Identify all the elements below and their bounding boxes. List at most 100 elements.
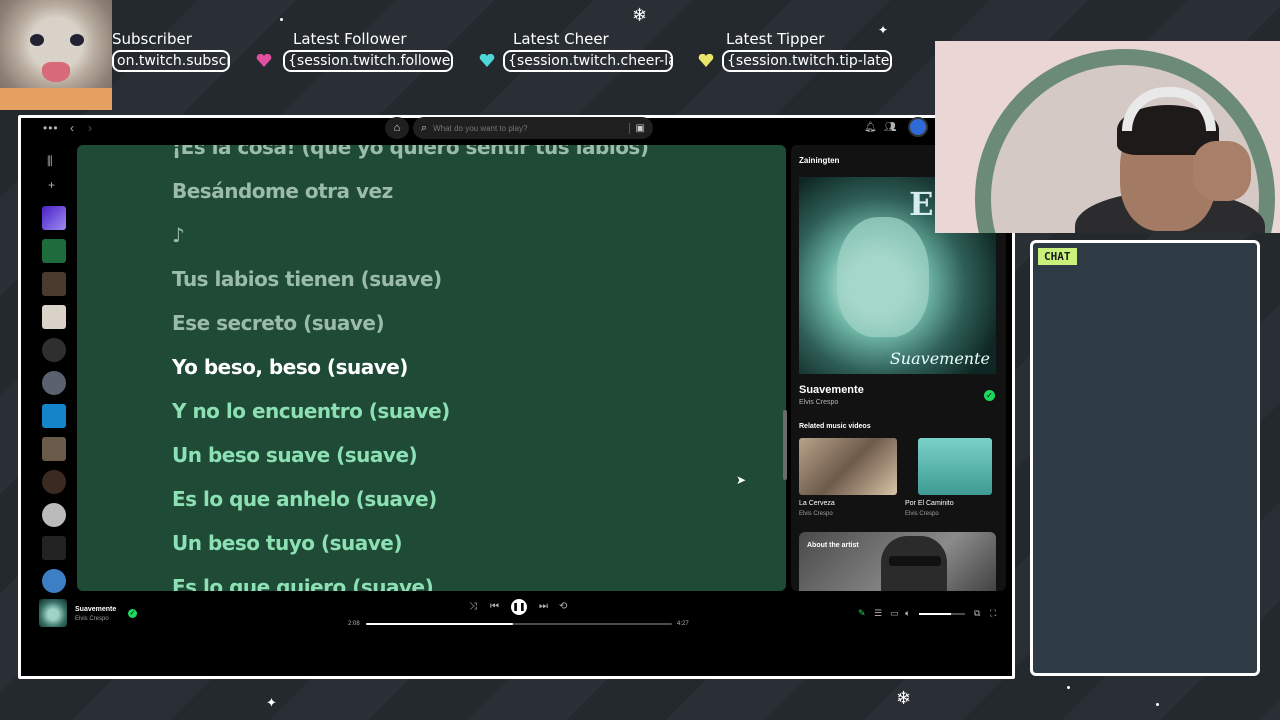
liked-songs-item[interactable]: [42, 206, 66, 230]
lyric-line[interactable]: Un beso suave (suave): [172, 443, 418, 467]
lyric-line[interactable]: Un beso tuyo (suave): [172, 531, 403, 555]
artist-item[interactable]: [42, 470, 66, 494]
artist-item[interactable]: [42, 371, 66, 395]
player-song-title[interactable]: Suavemente: [75, 606, 116, 613]
queue-icon[interactable]: ☰: [874, 608, 882, 618]
browse-icon[interactable]: ▣: [628, 122, 645, 134]
spotify-topbar: ••• ‹ › ⌂ ⌕ ▣ 🔔︎ 👥︎: [21, 117, 1012, 144]
back-icon[interactable]: ‹: [70, 121, 74, 135]
volume-icon[interactable]: 🔈︎: [905, 608, 910, 618]
devices-icon[interactable]: ▭: [890, 608, 899, 618]
lyrics-panel: ¡Es la cosa! (que yo quiero sentir tus l…: [77, 145, 786, 591]
saved-check-icon[interactable]: ✓: [128, 609, 137, 618]
video-artist[interactable]: Elvis Crespo: [799, 511, 833, 517]
player-artist[interactable]: Elvis Crespo: [75, 616, 109, 622]
video-title[interactable]: Por El Caminito: [905, 500, 954, 507]
lyrics-icon[interactable]: ✎: [858, 608, 866, 618]
cat-eye: [70, 34, 84, 46]
spotify-window: ••• ‹ › ⌂ ⌕ ▣ 🔔︎ 👥︎ ⫼ + ¡Es la cosa! (qu: [18, 115, 1015, 679]
friend-activity-icon[interactable]: 👥︎: [884, 121, 897, 135]
more-icon[interactable]: •••: [43, 121, 59, 135]
cheer-field: {session.twitch.cheer-latest.name}: [503, 50, 673, 72]
search-input[interactable]: [433, 123, 629, 133]
heart-gem-icon: [698, 54, 714, 67]
lyric-line[interactable]: Y no lo encuentro (suave): [172, 399, 450, 423]
library-item[interactable]: [42, 305, 66, 329]
forward-icon[interactable]: ›: [88, 121, 92, 135]
create-icon[interactable]: +: [48, 178, 55, 192]
cat-blanket: [0, 88, 112, 110]
lyric-line[interactable]: Tus labios tienen (suave): [172, 267, 442, 291]
lyric-line[interactable]: ♪: [172, 223, 185, 247]
lyric-line[interactable]: Ese secreto (suave): [172, 311, 385, 335]
now-playing-thumbnail[interactable]: [39, 599, 67, 627]
subscriber-label: Subscriber: [112, 30, 192, 48]
user-avatar[interactable]: [908, 117, 928, 137]
duration-time: 4:27: [677, 621, 689, 627]
home-button[interactable]: ⌂: [385, 117, 409, 139]
shuffle-icon[interactable]: ⤨: [469, 601, 477, 613]
chat-box[interactable]: CHAT: [1030, 240, 1260, 676]
related-videos-heading: Related music videos: [799, 423, 871, 430]
star-dot: [1067, 686, 1070, 689]
library-item[interactable]: [42, 536, 66, 560]
video-title[interactable]: La Cerveza: [799, 500, 835, 507]
video-thumbnail[interactable]: [799, 438, 897, 495]
miniplayer-icon[interactable]: ⧉: [974, 608, 980, 618]
lyrics-scrollbar[interactable]: [783, 410, 787, 480]
saved-check-icon[interactable]: ✓: [984, 390, 995, 401]
artist-sunglasses: [889, 556, 941, 566]
library-item[interactable]: [42, 437, 66, 461]
notifications-icon[interactable]: 🔔︎: [864, 121, 877, 135]
artist-item[interactable]: [42, 503, 66, 527]
pause-button[interactable]: ❚❚: [511, 599, 527, 615]
cat-webcam: [0, 0, 112, 110]
about-artist-label: About the artist: [807, 542, 859, 549]
previous-icon[interactable]: ⏮︎: [490, 601, 499, 613]
cat-mouth: [42, 62, 70, 82]
your-episodes-item[interactable]: [42, 239, 66, 263]
subscriber-field: on.twitch.subscriber-latest: [112, 50, 230, 72]
search-bar[interactable]: ⌕ ▣: [413, 117, 653, 139]
player-bar: Suavemente Elvis Crespo ✓ ⤨ ⏮︎ ❚❚ ⏭︎ ⟲ 2…: [21, 596, 1012, 636]
lyric-line[interactable]: Es lo que anhelo (suave): [172, 487, 437, 511]
lyric-line[interactable]: Besándome otra vez: [172, 179, 393, 203]
sparkle-icon: ❄: [896, 688, 912, 709]
tipper-field: {session.twitch.tip-latest.name}: [722, 50, 892, 72]
star-dot: [280, 18, 283, 21]
cheer-label: Latest Cheer: [513, 30, 609, 48]
artist-item[interactable]: [42, 569, 66, 593]
library-item[interactable]: [42, 404, 66, 428]
video-thumbnail[interactable]: [918, 438, 992, 495]
heart-gem-icon: [479, 54, 495, 67]
next-icon[interactable]: ⏭︎: [539, 601, 548, 613]
heart-gem-icon: [256, 54, 272, 67]
cover-portrait: [837, 217, 929, 337]
star-dot: [1156, 703, 1159, 706]
pause-icon: ❚❚: [512, 602, 526, 611]
home-icon: ⌂: [393, 122, 401, 134]
lyric-line[interactable]: ¡Es la cosa! (que yo quiero sentir tus l…: [172, 145, 649, 159]
volume-slider[interactable]: [919, 613, 965, 615]
library-icon[interactable]: ⫼: [47, 154, 53, 168]
artist-item[interactable]: [42, 338, 66, 362]
video-artist[interactable]: Elvis Crespo: [905, 511, 939, 517]
mouse-cursor-icon: ➤: [736, 473, 747, 487]
library-item[interactable]: [42, 272, 66, 296]
follower-label: Latest Follower: [293, 30, 407, 48]
fullscreen-icon[interactable]: ⛶: [990, 608, 996, 618]
repeat-icon[interactable]: ⟲: [559, 601, 567, 613]
about-artist-card[interactable]: About the artist: [799, 532, 996, 591]
cover-script: Suavemente: [889, 349, 990, 368]
lyric-line-current[interactable]: Yo beso, beso (suave): [172, 355, 408, 379]
streamer-webcam: [935, 41, 1280, 233]
tipper-label: Latest Tipper: [726, 30, 825, 48]
artist-name[interactable]: Elvis Crespo: [799, 399, 838, 406]
progress-bar[interactable]: [366, 623, 672, 625]
lyric-line[interactable]: Es lo que quiero (suave): [172, 575, 434, 591]
song-title[interactable]: Suavemente: [799, 384, 864, 396]
sparkle-icon: ❄: [632, 5, 648, 26]
elapsed-time: 2:08: [348, 621, 360, 627]
sparkle-icon: ✦: [266, 696, 277, 711]
follower-field: {session.twitch.follower-latest.name}: [283, 50, 453, 72]
